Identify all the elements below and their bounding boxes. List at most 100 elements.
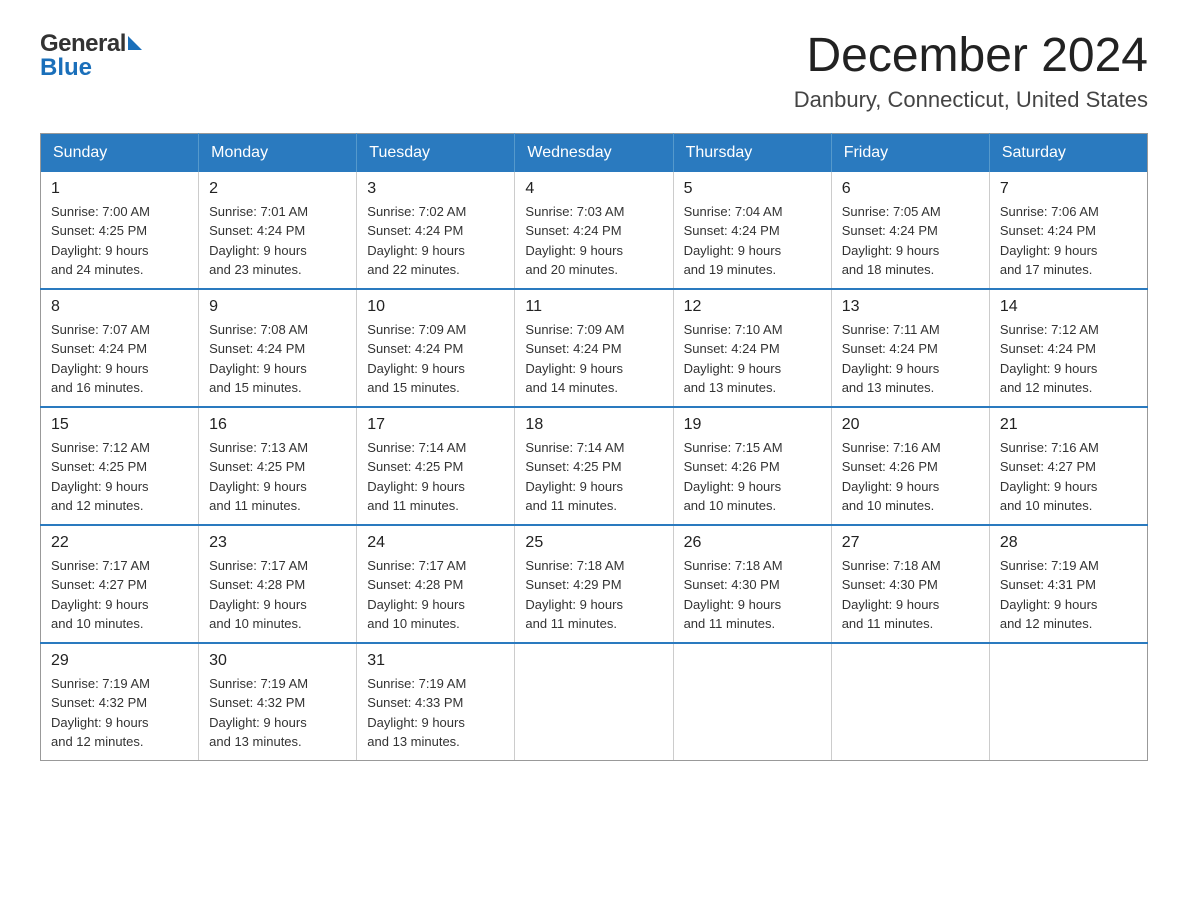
day-number: 22 (51, 534, 188, 552)
day-info: Sunrise: 7:18 AMSunset: 4:29 PMDaylight:… (525, 556, 662, 634)
calendar-table: SundayMondayTuesdayWednesdayThursdayFrid… (40, 133, 1148, 761)
day-number: 1 (51, 180, 188, 198)
day-info: Sunrise: 7:00 AMSunset: 4:25 PMDaylight:… (51, 202, 188, 280)
calendar-day-cell: 15 Sunrise: 7:12 AMSunset: 4:25 PMDaylig… (41, 407, 199, 525)
calendar-day-cell: 21 Sunrise: 7:16 AMSunset: 4:27 PMDaylig… (989, 407, 1147, 525)
day-info: Sunrise: 7:02 AMSunset: 4:24 PMDaylight:… (367, 202, 504, 280)
calendar-day-cell (831, 643, 989, 761)
day-info: Sunrise: 7:05 AMSunset: 4:24 PMDaylight:… (842, 202, 979, 280)
day-info: Sunrise: 7:06 AMSunset: 4:24 PMDaylight:… (1000, 202, 1137, 280)
day-info: Sunrise: 7:14 AMSunset: 4:25 PMDaylight:… (525, 438, 662, 516)
day-info: Sunrise: 7:03 AMSunset: 4:24 PMDaylight:… (525, 202, 662, 280)
day-info: Sunrise: 7:01 AMSunset: 4:24 PMDaylight:… (209, 202, 346, 280)
weekday-header-monday: Monday (199, 133, 357, 172)
calendar-day-cell (989, 643, 1147, 761)
day-number: 27 (842, 534, 979, 552)
calendar-day-cell: 22 Sunrise: 7:17 AMSunset: 4:27 PMDaylig… (41, 525, 199, 643)
day-info: Sunrise: 7:17 AMSunset: 4:28 PMDaylight:… (367, 556, 504, 634)
day-number: 10 (367, 298, 504, 316)
day-info: Sunrise: 7:09 AMSunset: 4:24 PMDaylight:… (367, 320, 504, 398)
title-area: December 2024 Danbury, Connecticut, Unit… (794, 30, 1148, 113)
day-info: Sunrise: 7:17 AMSunset: 4:28 PMDaylight:… (209, 556, 346, 634)
day-number: 17 (367, 416, 504, 434)
weekday-header-wednesday: Wednesday (515, 133, 673, 172)
day-info: Sunrise: 7:18 AMSunset: 4:30 PMDaylight:… (842, 556, 979, 634)
logo-triangle-icon (128, 36, 142, 50)
calendar-day-cell: 1 Sunrise: 7:00 AMSunset: 4:25 PMDayligh… (41, 172, 199, 289)
day-info: Sunrise: 7:04 AMSunset: 4:24 PMDaylight:… (684, 202, 821, 280)
calendar-day-cell: 31 Sunrise: 7:19 AMSunset: 4:33 PMDaylig… (357, 643, 515, 761)
day-number: 25 (525, 534, 662, 552)
day-info: Sunrise: 7:07 AMSunset: 4:24 PMDaylight:… (51, 320, 188, 398)
day-number: 9 (209, 298, 346, 316)
day-number: 30 (209, 652, 346, 670)
calendar-day-cell: 14 Sunrise: 7:12 AMSunset: 4:24 PMDaylig… (989, 289, 1147, 407)
calendar-day-cell: 17 Sunrise: 7:14 AMSunset: 4:25 PMDaylig… (357, 407, 515, 525)
weekday-header-friday: Friday (831, 133, 989, 172)
calendar-day-cell: 13 Sunrise: 7:11 AMSunset: 4:24 PMDaylig… (831, 289, 989, 407)
day-number: 20 (842, 416, 979, 434)
calendar-week-row: 15 Sunrise: 7:12 AMSunset: 4:25 PMDaylig… (41, 407, 1148, 525)
day-info: Sunrise: 7:19 AMSunset: 4:31 PMDaylight:… (1000, 556, 1137, 634)
day-number: 15 (51, 416, 188, 434)
calendar-day-cell: 24 Sunrise: 7:17 AMSunset: 4:28 PMDaylig… (357, 525, 515, 643)
calendar-week-row: 22 Sunrise: 7:17 AMSunset: 4:27 PMDaylig… (41, 525, 1148, 643)
day-info: Sunrise: 7:12 AMSunset: 4:25 PMDaylight:… (51, 438, 188, 516)
day-info: Sunrise: 7:19 AMSunset: 4:33 PMDaylight:… (367, 674, 504, 752)
calendar-day-cell: 3 Sunrise: 7:02 AMSunset: 4:24 PMDayligh… (357, 172, 515, 289)
calendar-week-row: 29 Sunrise: 7:19 AMSunset: 4:32 PMDaylig… (41, 643, 1148, 761)
calendar-day-cell: 9 Sunrise: 7:08 AMSunset: 4:24 PMDayligh… (199, 289, 357, 407)
day-info: Sunrise: 7:09 AMSunset: 4:24 PMDaylight:… (525, 320, 662, 398)
calendar-day-cell: 29 Sunrise: 7:19 AMSunset: 4:32 PMDaylig… (41, 643, 199, 761)
day-number: 3 (367, 180, 504, 198)
calendar-day-cell: 2 Sunrise: 7:01 AMSunset: 4:24 PMDayligh… (199, 172, 357, 289)
weekday-header-thursday: Thursday (673, 133, 831, 172)
day-info: Sunrise: 7:16 AMSunset: 4:27 PMDaylight:… (1000, 438, 1137, 516)
calendar-day-cell: 12 Sunrise: 7:10 AMSunset: 4:24 PMDaylig… (673, 289, 831, 407)
day-number: 7 (1000, 180, 1137, 198)
day-number: 6 (842, 180, 979, 198)
day-number: 18 (525, 416, 662, 434)
calendar-day-cell (673, 643, 831, 761)
day-number: 11 (525, 298, 662, 316)
calendar-day-cell: 7 Sunrise: 7:06 AMSunset: 4:24 PMDayligh… (989, 172, 1147, 289)
day-info: Sunrise: 7:17 AMSunset: 4:27 PMDaylight:… (51, 556, 188, 634)
day-number: 8 (51, 298, 188, 316)
day-number: 29 (51, 652, 188, 670)
weekday-header-row: SundayMondayTuesdayWednesdayThursdayFrid… (41, 133, 1148, 172)
day-info: Sunrise: 7:13 AMSunset: 4:25 PMDaylight:… (209, 438, 346, 516)
day-info: Sunrise: 7:16 AMSunset: 4:26 PMDaylight:… (842, 438, 979, 516)
calendar-day-cell: 23 Sunrise: 7:17 AMSunset: 4:28 PMDaylig… (199, 525, 357, 643)
day-info: Sunrise: 7:08 AMSunset: 4:24 PMDaylight:… (209, 320, 346, 398)
calendar-day-cell: 19 Sunrise: 7:15 AMSunset: 4:26 PMDaylig… (673, 407, 831, 525)
day-number: 13 (842, 298, 979, 316)
calendar-day-cell: 25 Sunrise: 7:18 AMSunset: 4:29 PMDaylig… (515, 525, 673, 643)
calendar-day-cell: 27 Sunrise: 7:18 AMSunset: 4:30 PMDaylig… (831, 525, 989, 643)
day-info: Sunrise: 7:10 AMSunset: 4:24 PMDaylight:… (684, 320, 821, 398)
calendar-week-row: 8 Sunrise: 7:07 AMSunset: 4:24 PMDayligh… (41, 289, 1148, 407)
weekday-header-tuesday: Tuesday (357, 133, 515, 172)
calendar-day-cell: 6 Sunrise: 7:05 AMSunset: 4:24 PMDayligh… (831, 172, 989, 289)
day-number: 31 (367, 652, 504, 670)
calendar-day-cell: 18 Sunrise: 7:14 AMSunset: 4:25 PMDaylig… (515, 407, 673, 525)
day-number: 5 (684, 180, 821, 198)
logo-blue-text: Blue (40, 54, 92, 82)
page-header: General Blue December 2024 Danbury, Conn… (40, 30, 1148, 113)
day-number: 12 (684, 298, 821, 316)
day-number: 19 (684, 416, 821, 434)
calendar-day-cell: 4 Sunrise: 7:03 AMSunset: 4:24 PMDayligh… (515, 172, 673, 289)
calendar-day-cell: 5 Sunrise: 7:04 AMSunset: 4:24 PMDayligh… (673, 172, 831, 289)
day-number: 4 (525, 180, 662, 198)
calendar-day-cell: 10 Sunrise: 7:09 AMSunset: 4:24 PMDaylig… (357, 289, 515, 407)
day-number: 24 (367, 534, 504, 552)
day-info: Sunrise: 7:14 AMSunset: 4:25 PMDaylight:… (367, 438, 504, 516)
calendar-day-cell: 20 Sunrise: 7:16 AMSunset: 4:26 PMDaylig… (831, 407, 989, 525)
month-title: December 2024 (794, 30, 1148, 83)
day-number: 23 (209, 534, 346, 552)
day-info: Sunrise: 7:11 AMSunset: 4:24 PMDaylight:… (842, 320, 979, 398)
calendar-day-cell: 8 Sunrise: 7:07 AMSunset: 4:24 PMDayligh… (41, 289, 199, 407)
day-info: Sunrise: 7:12 AMSunset: 4:24 PMDaylight:… (1000, 320, 1137, 398)
location-title: Danbury, Connecticut, United States (794, 87, 1148, 113)
day-number: 2 (209, 180, 346, 198)
day-info: Sunrise: 7:19 AMSunset: 4:32 PMDaylight:… (51, 674, 188, 752)
